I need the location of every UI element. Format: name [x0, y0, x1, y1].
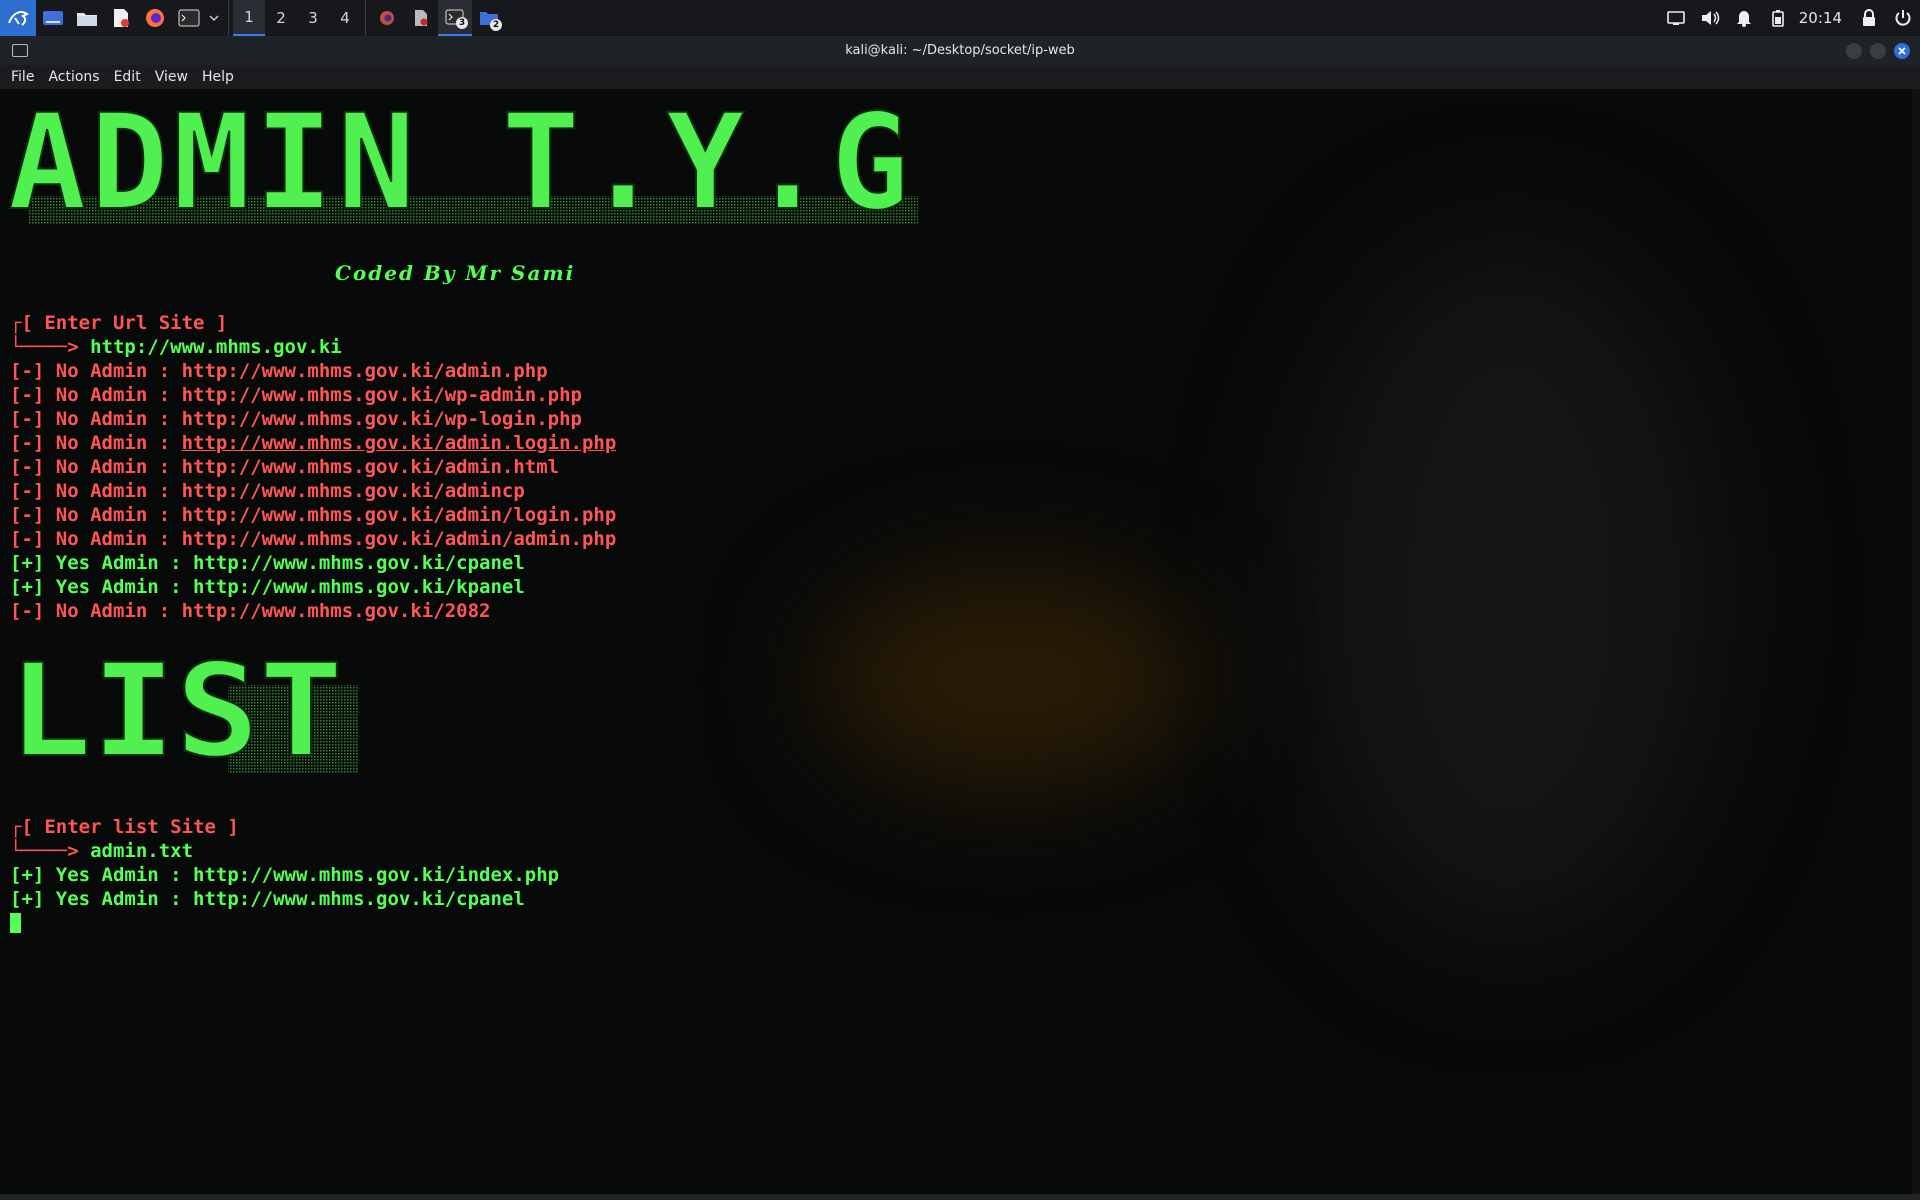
result-url[interactable]: http://www.mhms.gov.ki/admin/login.php [182, 504, 617, 526]
input-url: http://www.mhms.gov.ki [90, 336, 342, 358]
result-tag: [-] No Admin : [10, 528, 182, 550]
result-tag: [-] No Admin : [10, 384, 182, 406]
result-tag: [+] Yes Admin : [10, 576, 194, 598]
workspace-3[interactable]: 3 [297, 0, 329, 36]
firefox-icon[interactable] [138, 0, 172, 36]
workspace-2[interactable]: 2 [265, 0, 297, 36]
result-line: [-] No Admin : http://www.mhms.gov.ki/20… [10, 599, 490, 623]
close-button[interactable] [1894, 43, 1910, 59]
taskbar-files-icon[interactable]: 2 [472, 0, 506, 36]
file-manager-icon[interactable] [70, 0, 104, 36]
result-line: [-] No Admin : http://www.mhms.gov.ki/ad… [10, 503, 616, 527]
top-panel: 1 2 3 4 3 2 20:14 [0, 0, 1920, 37]
files-window-count: 2 [490, 19, 502, 31]
result-line: [-] No Admin : http://www.mhms.gov.ki/wp… [10, 407, 582, 431]
workspace-4[interactable]: 4 [329, 0, 361, 36]
taskbar-editor-icon[interactable] [404, 0, 438, 36]
chevron-down-icon[interactable] [206, 0, 222, 36]
volume-icon[interactable] [1693, 0, 1727, 36]
menu-file[interactable]: File [0, 65, 41, 89]
result-tag: [+] Yes Admin : [10, 864, 194, 886]
terminal-launcher-icon[interactable] [172, 0, 206, 36]
result-url[interactable]: http://www.mhms.gov.ki/admin/admin.php [182, 528, 617, 550]
close-icon [1898, 47, 1906, 55]
power-icon[interactable] [1886, 0, 1920, 36]
battery-icon[interactable] [1761, 0, 1795, 36]
notification-bell-icon[interactable] [1727, 0, 1761, 36]
menu-actions[interactable]: Actions [41, 65, 106, 89]
banner2-text: LIST [8, 645, 343, 775]
window-titlebar[interactable]: kali@kali: ~/Desktop/socket/ip-web [0, 37, 1920, 65]
result-line: [-] No Admin : http://www.mhms.gov.ki/ad… [10, 359, 548, 383]
result-line: [-] No Admin : http://www.mhms.gov.ki/ad… [10, 527, 616, 551]
result-tag: [-] No Admin : [10, 360, 182, 382]
subtitle: Coded By Mr Sami [335, 261, 576, 285]
result-line: [+] Yes Admin : http://www.mhms.gov.ki/i… [10, 863, 559, 887]
result-url[interactable]: http://www.mhms.gov.ki/kpanel [193, 576, 525, 598]
result-line: [+] Yes Admin : http://www.mhms.gov.ki/k… [10, 575, 525, 599]
wallpaper-soldier [1300, 239, 1720, 939]
result-tag: [-] No Admin : [10, 600, 182, 622]
result-line: [-] No Admin : http://www.mhms.gov.ki/wp… [10, 383, 582, 407]
menu-view[interactable]: View [148, 65, 195, 89]
prompt-list: ┌[ Enter list Site ] [10, 816, 239, 838]
admin-banner-art: ADMIN T.Y.G [8, 96, 918, 226]
result-tag: [+] Yes Admin : [10, 552, 194, 574]
minimize-button[interactable] [1846, 43, 1862, 59]
kali-menu-icon[interactable] [0, 0, 36, 36]
lock-icon[interactable] [1852, 0, 1886, 36]
taskbar-terminal-icon[interactable]: 3 [438, 0, 472, 36]
result-tag: [-] No Admin : [10, 408, 182, 430]
menu-bar: File Actions Edit View Help [0, 65, 1920, 89]
input-list-line: └────> admin.txt [10, 840, 194, 862]
workspace-1[interactable]: 1 [233, 0, 265, 36]
banner1-text: ADMIN T.Y.G [8, 96, 913, 226]
result-url[interactable]: http://www.mhms.gov.ki/wp-admin.php [182, 384, 582, 406]
result-line: [+] Yes Admin : http://www.mhms.gov.ki/c… [10, 887, 525, 911]
result-line: [+] Yes Admin : http://www.mhms.gov.ki/c… [10, 551, 525, 575]
show-desktop-icon[interactable] [36, 0, 70, 36]
workspace-switcher: 1 2 3 4 [228, 0, 366, 36]
input-list: admin.txt [90, 840, 194, 862]
taskbar-firefox-icon[interactable] [370, 0, 404, 36]
window-title: kali@kali: ~/Desktop/socket/ip-web [845, 43, 1075, 58]
terminal-window-count: 3 [456, 17, 468, 29]
terminal-cursor [10, 913, 21, 933]
result-line: [-] No Admin : http://www.mhms.gov.ki/ad… [10, 479, 525, 503]
result-url[interactable]: http://www.mhms.gov.ki/wp-login.php [182, 408, 582, 430]
result-url[interactable]: http://www.mhms.gov.ki/2082 [182, 600, 491, 622]
result-url[interactable]: http://www.mhms.gov.ki/admin.php [182, 360, 548, 382]
result-tag: [-] No Admin : [10, 432, 182, 454]
terminal-area[interactable]: ADMIN T.Y.G Coded By Mr Sami ┌[ Enter Ur… [0, 89, 1912, 1194]
result-line: [-] No Admin : http://www.mhms.gov.ki/ad… [10, 455, 559, 479]
text-editor-icon[interactable] [104, 0, 138, 36]
terminal-scrollbar[interactable] [1912, 89, 1920, 1194]
result-line: [-] No Admin : http://www.mhms.gov.ki/ad… [10, 431, 616, 455]
result-url[interactable]: http://www.mhms.gov.ki/admincp [182, 480, 525, 502]
result-tag: [-] No Admin : [10, 456, 182, 478]
result-url[interactable]: http://www.mhms.gov.ki/admin.html [182, 456, 560, 478]
result-tag: [-] No Admin : [10, 504, 182, 526]
result-tag: [+] Yes Admin : [10, 888, 194, 910]
menu-help[interactable]: Help [195, 65, 241, 89]
maximize-button[interactable] [1870, 43, 1886, 59]
result-url[interactable]: http://www.mhms.gov.ki/admin.login.php [182, 432, 617, 454]
prompt-url: ┌[ Enter Url Site ] [10, 312, 228, 334]
system-tray: 20:14 [1659, 0, 1920, 36]
wallpaper-glow [820, 569, 1200, 789]
panel-clock[interactable]: 20:14 [1795, 9, 1852, 27]
result-url[interactable]: http://www.mhms.gov.ki/cpanel [193, 552, 525, 574]
display-icon[interactable] [1659, 0, 1693, 36]
input-url-line: └────> http://www.mhms.gov.ki [10, 336, 342, 358]
result-url[interactable]: http://www.mhms.gov.ki/cpanel [193, 888, 525, 910]
result-tag: [-] No Admin : [10, 480, 182, 502]
menu-edit[interactable]: Edit [107, 65, 148, 89]
list-banner-art: LIST [8, 645, 358, 775]
window-bottom-border [0, 1194, 1920, 1200]
result-url[interactable]: http://www.mhms.gov.ki/index.php [193, 864, 559, 886]
